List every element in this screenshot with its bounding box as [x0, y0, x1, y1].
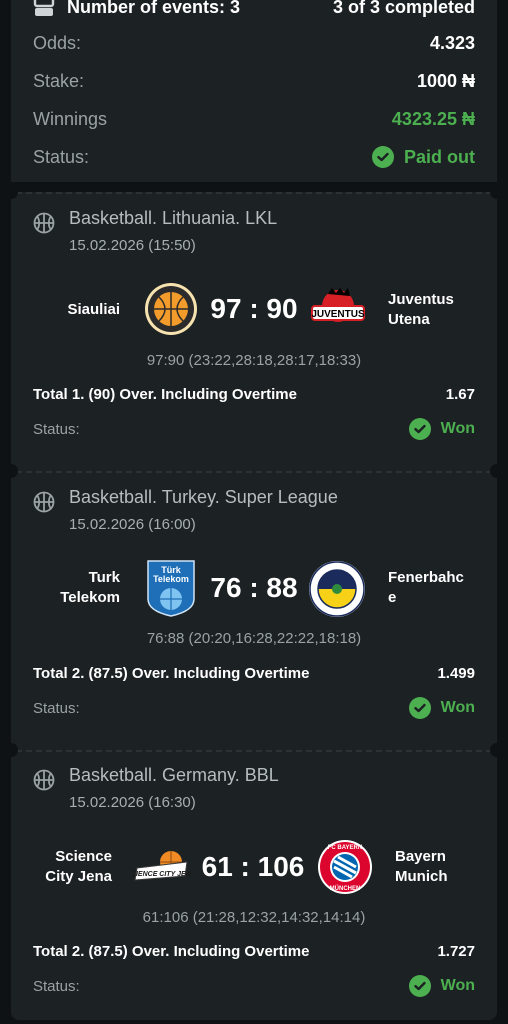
event-2-league[interactable]: Basketball. Turkey. Super League 15.02.2… [33, 487, 338, 533]
basketball-icon [33, 212, 55, 234]
status-value: Paid out [404, 146, 475, 167]
fenerbahce-logo [309, 561, 365, 617]
stake-label: Stake: [33, 71, 85, 91]
events-count: Number of events: 3 [67, 0, 241, 17]
away-team-name-1: Juventus [388, 291, 454, 308]
away-team: Bayern Munich [395, 847, 485, 887]
bet-description: Total 1. (90) Over. Including Overtime [33, 386, 297, 403]
basketball-icon [33, 491, 55, 513]
juventus-utena-logo: JUVENTUS [311, 288, 365, 322]
coupon-icon [33, 0, 55, 16]
ticket-notch [4, 743, 18, 757]
bet-odds: 1.727 [437, 943, 475, 960]
won-badge: Won [408, 975, 475, 997]
event-status-row: Status: Won [33, 697, 475, 719]
away-team-name-2: Munich [395, 868, 448, 885]
league-name: Basketball. Lithuania. LKL [69, 208, 278, 228]
basketball-icon [33, 769, 55, 791]
status-value: Won [440, 420, 475, 437]
svg-text:MÜNCHEN: MÜNCHEN [330, 885, 361, 892]
away-team-name-2: Utena [388, 311, 430, 328]
summary-header: Number of events: 3 3 of 3 completed [33, 0, 475, 18]
status-value: Won [440, 699, 475, 716]
completed-count: 3 of 3 completed [332, 0, 475, 17]
check-circle-icon [372, 146, 394, 168]
ticket-notch [490, 185, 504, 199]
home-team-name-1: Science [55, 848, 112, 865]
won-badge: Won [408, 697, 475, 719]
home-team-name: Siauliai [67, 301, 120, 318]
svg-text:JUVENTUS: JUVENTUS [311, 309, 365, 320]
turk-telekom-logo: Türk Telekom [147, 560, 195, 617]
home-team: Siauliai [30, 300, 120, 320]
match-date: 15.02.2026 (16:30) [69, 794, 196, 811]
league-name: Basketball. Turkey. Super League [69, 487, 338, 507]
ticket-notch [490, 464, 504, 478]
match-score: 61 : 106 [201, 851, 305, 882]
event-3-league[interactable]: Basketball. Germany. BBL 15.02.2026 (16:… [33, 765, 279, 811]
away-team: Juventus Utena [388, 290, 483, 330]
away-team-name-1: Fenerbahc [388, 569, 464, 586]
divider [16, 750, 492, 752]
siauliai-logo [145, 283, 197, 335]
svg-text:FC BAYERN: FC BAYERN [328, 845, 362, 851]
bet-description: Total 2. (87.5) Over. Including Overtime [33, 943, 310, 960]
ticket-notch [4, 464, 18, 478]
match-score: 97 : 90 [210, 293, 298, 324]
stake-row: Stake: 1000 ₦ [33, 71, 475, 92]
home-team: Science City Jena [30, 847, 112, 887]
period-scores: 61:106 (21:28,12:32,14:32,14:14) [142, 909, 366, 926]
match-score: 76 : 88 [210, 572, 298, 603]
check-circle-icon [408, 697, 431, 719]
odds-value: 4.323 [429, 33, 475, 53]
match-date: 15.02.2026 (16:00) [69, 516, 196, 533]
check-circle-icon [408, 418, 431, 440]
home-team-name-1: Turk [88, 569, 120, 586]
svg-text:SCIENCE CITY JENA: SCIENCE CITY JENA [133, 871, 191, 878]
winnings-label: Winnings [33, 109, 108, 129]
svg-text:Telekom: Telekom [153, 574, 189, 584]
bet-row: Total 2. (87.5) Over. Including Overtime… [33, 943, 475, 960]
won-badge: Won [408, 418, 475, 440]
divider [16, 471, 492, 473]
status-label: Status: [33, 146, 90, 167]
home-team-name-2: City Jena [45, 868, 112, 885]
league-name: Basketball. Germany. BBL [69, 765, 279, 785]
winnings-row: Winnings 4323.25 ₦ [33, 109, 475, 130]
period-scores: 97:90 (23:22,28:18,28:17,18:33) [146, 352, 362, 369]
status-row: Status: Paid out [33, 146, 475, 168]
ticket-notch [490, 743, 504, 757]
divider [16, 192, 492, 194]
bet-row: Total 1. (90) Over. Including Overtime 1… [33, 386, 475, 403]
event-1-league[interactable]: Basketball. Lithuania. LKL 15.02.2026 (1… [33, 208, 277, 254]
status-label: Status: [33, 699, 80, 717]
science-city-jena-logo: SCIENCE CITY JENA [133, 851, 191, 881]
away-team: Fenerbahc e [388, 568, 483, 608]
bet-odds: 1.499 [437, 665, 475, 682]
winnings-value: 4323.25 ₦ [391, 109, 475, 129]
match-date: 15.02.2026 (15:50) [69, 237, 196, 254]
event-status-row: Status: Won [33, 418, 475, 440]
home-team-name-2: Telekom [60, 589, 120, 606]
bet-description: Total 2. (87.5) Over. Including Overtime [33, 665, 310, 682]
bayern-munich-logo: FC BAYERN MÜNCHEN [318, 840, 372, 894]
period-scores: 76:88 (20:20,16:28,22:22,18:18) [146, 630, 362, 647]
bet-odds: 1.67 [445, 386, 475, 403]
ticket-notch [4, 185, 18, 199]
stake-value: 1000 ₦ [416, 71, 475, 91]
bet-row: Total 2. (87.5) Over. Including Overtime… [33, 665, 475, 682]
status-label: Status: [33, 420, 80, 438]
check-circle-icon [408, 975, 431, 997]
away-team-name-2: e [388, 589, 397, 606]
paid-out-badge: Paid out [372, 146, 475, 168]
event-status-row: Status: Won [33, 975, 475, 997]
away-team-name-1: Bayern [395, 848, 446, 865]
status-label: Status: [33, 977, 80, 995]
odds-row: Odds: 4.323 [33, 33, 475, 54]
odds-label: Odds: [33, 33, 82, 53]
status-value: Won [440, 977, 475, 994]
home-team: Turk Telekom [30, 568, 120, 608]
